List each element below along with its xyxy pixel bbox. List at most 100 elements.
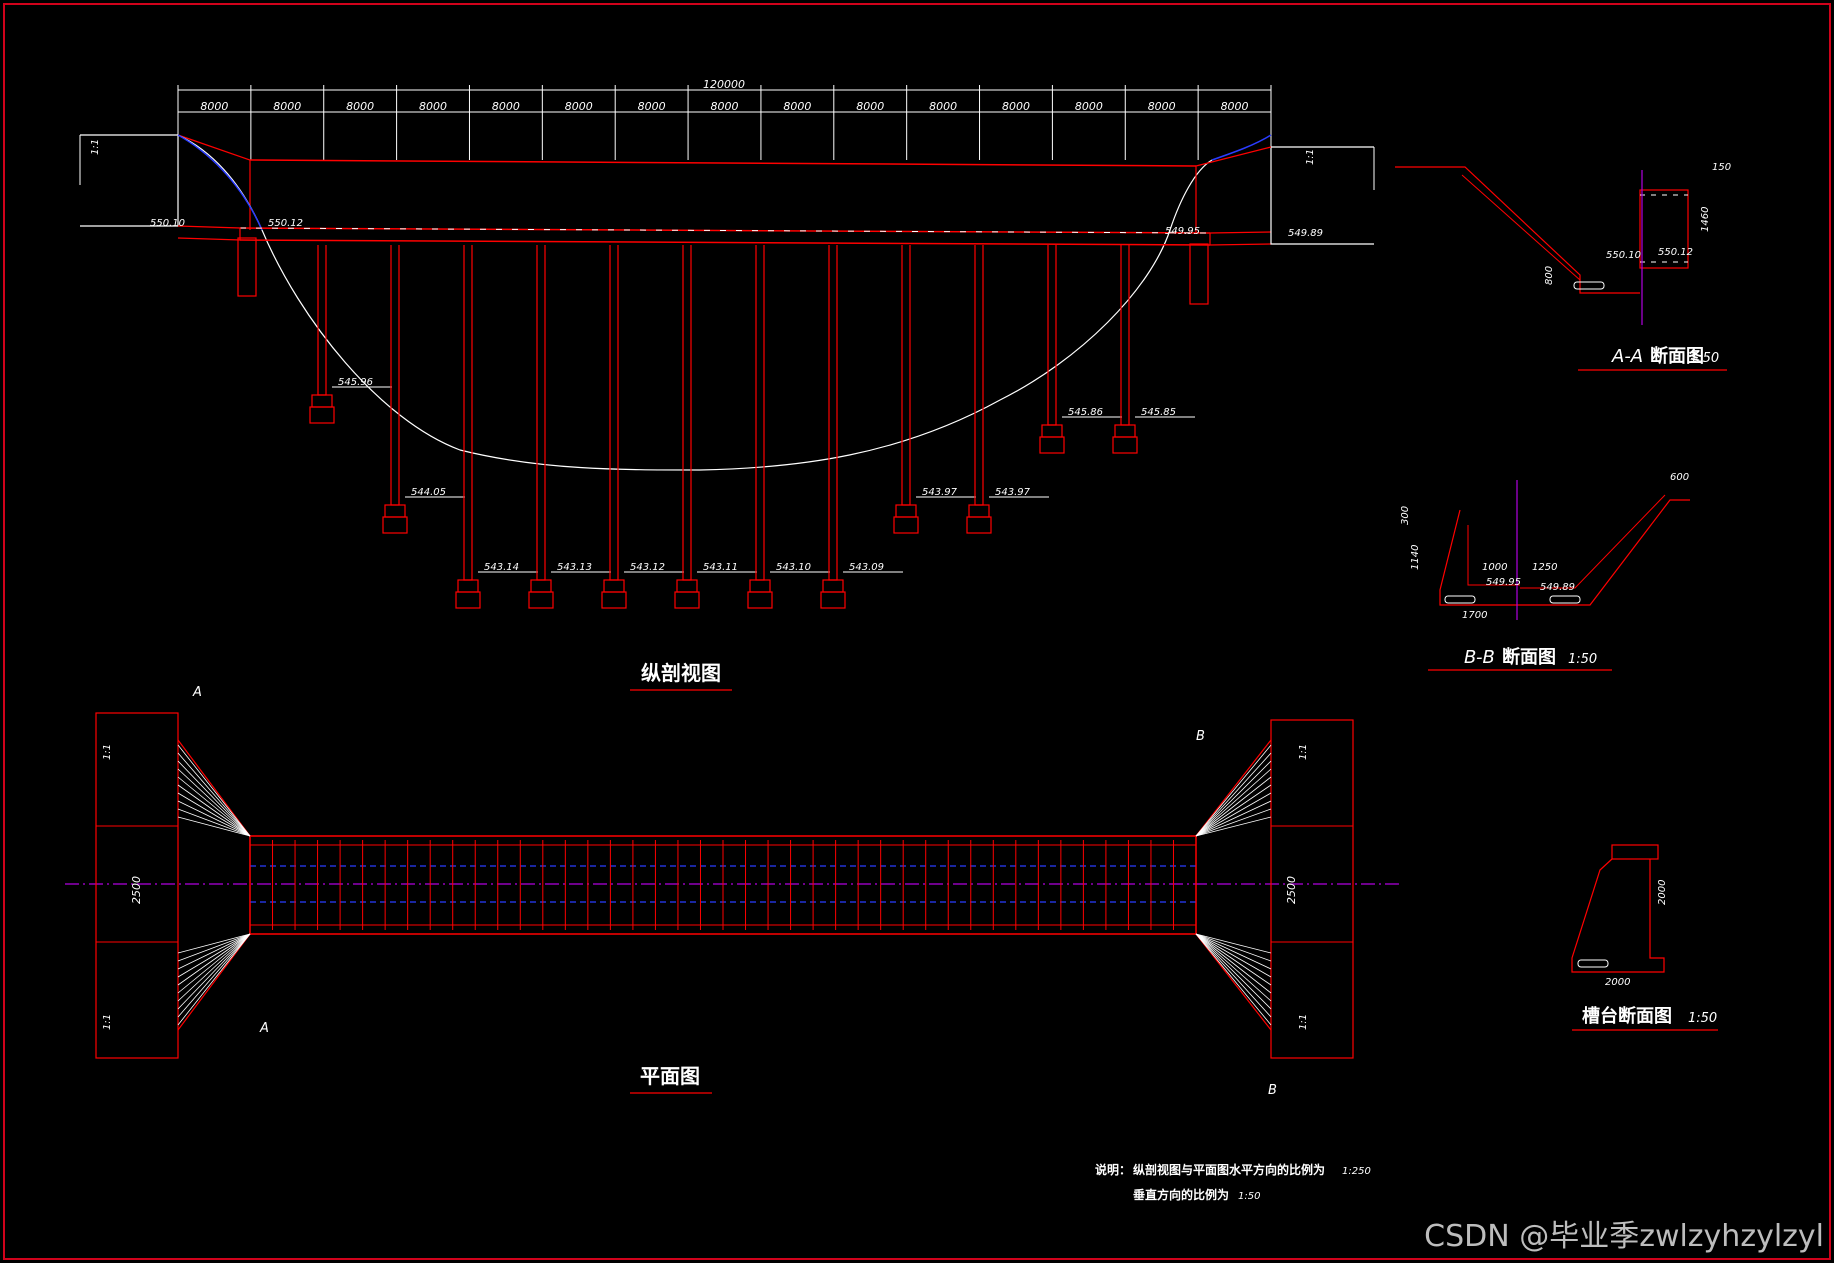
span-dim-14: 8000 bbox=[1221, 100, 1249, 113]
abutment-right bbox=[1189, 243, 1209, 305]
outlet-elev-1: 549.95 bbox=[1165, 226, 1200, 237]
bb-elev-2: 549.89 bbox=[1540, 582, 1575, 593]
section-mark-b-top: B bbox=[1196, 729, 1205, 744]
plan-view: 2500 2500 1:1 1:1 1:1 1:1 A A B B 平面图 bbox=[65, 685, 1400, 1098]
pier-elev-1: 544.05 bbox=[411, 487, 446, 498]
profile-title: 纵剖视图 bbox=[641, 661, 721, 685]
abut-title: 槽台断面图 bbox=[1582, 1005, 1672, 1027]
pier-footing-8 bbox=[895, 504, 917, 518]
aa-title: A-A bbox=[1611, 346, 1643, 367]
pier-footing-4 bbox=[603, 579, 625, 593]
span-dim-11: 8000 bbox=[1002, 100, 1030, 113]
plan-title: 平面图 bbox=[640, 1064, 700, 1088]
pier-base-2 bbox=[455, 591, 481, 609]
span-dim-7: 8000 bbox=[711, 100, 739, 113]
bb-dim-4: 1000 bbox=[1482, 562, 1507, 573]
span-dim-12: 8000 bbox=[1075, 100, 1103, 113]
ground-line bbox=[177, 134, 1213, 471]
span-dim-1: 8000 bbox=[273, 100, 301, 113]
span-dim-4: 8000 bbox=[492, 100, 520, 113]
aa-scale: 1:50 bbox=[1690, 351, 1719, 366]
aa-elev-2: 550.12 bbox=[1658, 247, 1693, 258]
pier-base-4 bbox=[601, 591, 627, 609]
bb-dim-6: 1700 bbox=[1462, 610, 1487, 621]
pier-6 bbox=[755, 245, 765, 581]
section-bb: 600 300 1140 1000 1250 1700 549.95 549.8… bbox=[1400, 472, 1690, 671]
pier-elev-6: 543.10 bbox=[776, 562, 811, 573]
inlet-elev-1: 550.10 bbox=[150, 218, 185, 229]
pier-0 bbox=[317, 245, 327, 396]
wing-wall-fans bbox=[177, 744, 1272, 1026]
pier-11 bbox=[1120, 245, 1130, 426]
pier-base-9 bbox=[966, 516, 992, 534]
abutment-left bbox=[237, 237, 257, 297]
drawing-frame bbox=[3, 3, 1831, 1260]
pier-4 bbox=[609, 245, 619, 581]
plan-slope-3: 1:1 bbox=[1298, 744, 1309, 760]
bb-elev-1: 549.95 bbox=[1486, 577, 1521, 588]
outlet-elev-2: 549.89 bbox=[1288, 228, 1323, 239]
pier-elev-4: 543.12 bbox=[630, 562, 665, 573]
aa-dim-3: 800 bbox=[1544, 266, 1555, 285]
abut-dim-1: 2000 bbox=[1657, 880, 1668, 905]
pier-elev-2: 543.14 bbox=[484, 562, 519, 573]
pier-elev-3: 543.13 bbox=[557, 562, 592, 573]
pier-elev-7: 543.09 bbox=[849, 562, 884, 573]
bb-dim-2: 300 bbox=[1400, 506, 1411, 525]
span-dim-5: 8000 bbox=[565, 100, 593, 113]
span-dim-13: 8000 bbox=[1148, 100, 1176, 113]
plan-slope-1: 1:1 bbox=[102, 744, 113, 760]
notes-scale-2: 1:50 bbox=[1238, 1191, 1260, 1202]
pier-elev-10: 545.86 bbox=[1068, 407, 1103, 418]
pier-9 bbox=[974, 245, 984, 506]
span-dim-6: 8000 bbox=[638, 100, 666, 113]
left-bank: 1:1 bbox=[79, 134, 1272, 471]
pier-footing-11 bbox=[1114, 424, 1136, 438]
pier-base-10 bbox=[1039, 436, 1065, 454]
plan-width-left: 2500 bbox=[130, 876, 143, 904]
bb-dim-3: 1140 bbox=[1410, 545, 1421, 570]
total-length-label: 120000 bbox=[703, 78, 745, 91]
pier-footing-10 bbox=[1041, 424, 1063, 438]
plan-width-right: 2500 bbox=[1285, 876, 1298, 904]
section-mark-a-bottom: A bbox=[259, 1021, 269, 1036]
span-dim-8: 8000 bbox=[783, 100, 811, 113]
pier-elev-8: 543.97 bbox=[922, 487, 958, 498]
aqueduct-trough bbox=[177, 159, 1272, 246]
abut-scale: 1:50 bbox=[1688, 1011, 1717, 1026]
pier-10 bbox=[1047, 245, 1057, 426]
pier-footing-7 bbox=[822, 579, 844, 593]
bb-dim-1: 600 bbox=[1670, 472, 1689, 483]
plan-slope-4: 1:1 bbox=[1298, 1014, 1309, 1030]
pier-footing-0 bbox=[311, 394, 333, 408]
pier-base-1 bbox=[382, 516, 408, 534]
slope-label-right: 1:1 bbox=[1305, 149, 1316, 165]
section-abutment: 2000 2000 槽台断面图 1:50 bbox=[1571, 844, 1718, 1031]
bb-title-suffix: 断面图 bbox=[1502, 646, 1556, 668]
right-bank: 1:1 bbox=[1195, 146, 1375, 245]
plan-slope-2: 1:1 bbox=[102, 1014, 113, 1030]
slope-label-left: 1:1 bbox=[90, 139, 101, 155]
bb-dim-5: 1250 bbox=[1532, 562, 1557, 573]
pier-2 bbox=[463, 245, 473, 581]
span-dim-0: 8000 bbox=[200, 100, 228, 113]
pier-3 bbox=[536, 245, 546, 581]
span-dim-3: 8000 bbox=[419, 100, 447, 113]
pier-base-3 bbox=[528, 591, 554, 609]
section-mark-a-top: A bbox=[192, 685, 202, 700]
watermark: CSDN @毕业季zwlzyhzylzyl bbox=[1424, 1219, 1824, 1254]
pier-base-0 bbox=[309, 406, 335, 424]
section-aa: 150 1460 800 550.10 550.12 A-A 断面图 1:50 bbox=[1395, 162, 1731, 371]
pier-base-11 bbox=[1112, 436, 1138, 454]
pier-footing-5 bbox=[676, 579, 698, 593]
section-mark-b-bottom: B bbox=[1268, 1083, 1277, 1098]
pier-base-7 bbox=[820, 591, 846, 609]
abut-dim-2: 2000 bbox=[1605, 977, 1630, 988]
bb-title: B-B bbox=[1464, 647, 1495, 668]
inlet-elev-2: 550.12 bbox=[268, 218, 303, 229]
trough-ribs bbox=[249, 840, 1197, 930]
pier-8 bbox=[901, 245, 911, 506]
pier-base-6 bbox=[747, 591, 773, 609]
aa-dim-1: 150 bbox=[1712, 162, 1731, 173]
aa-dim-2: 1460 bbox=[1700, 207, 1711, 232]
